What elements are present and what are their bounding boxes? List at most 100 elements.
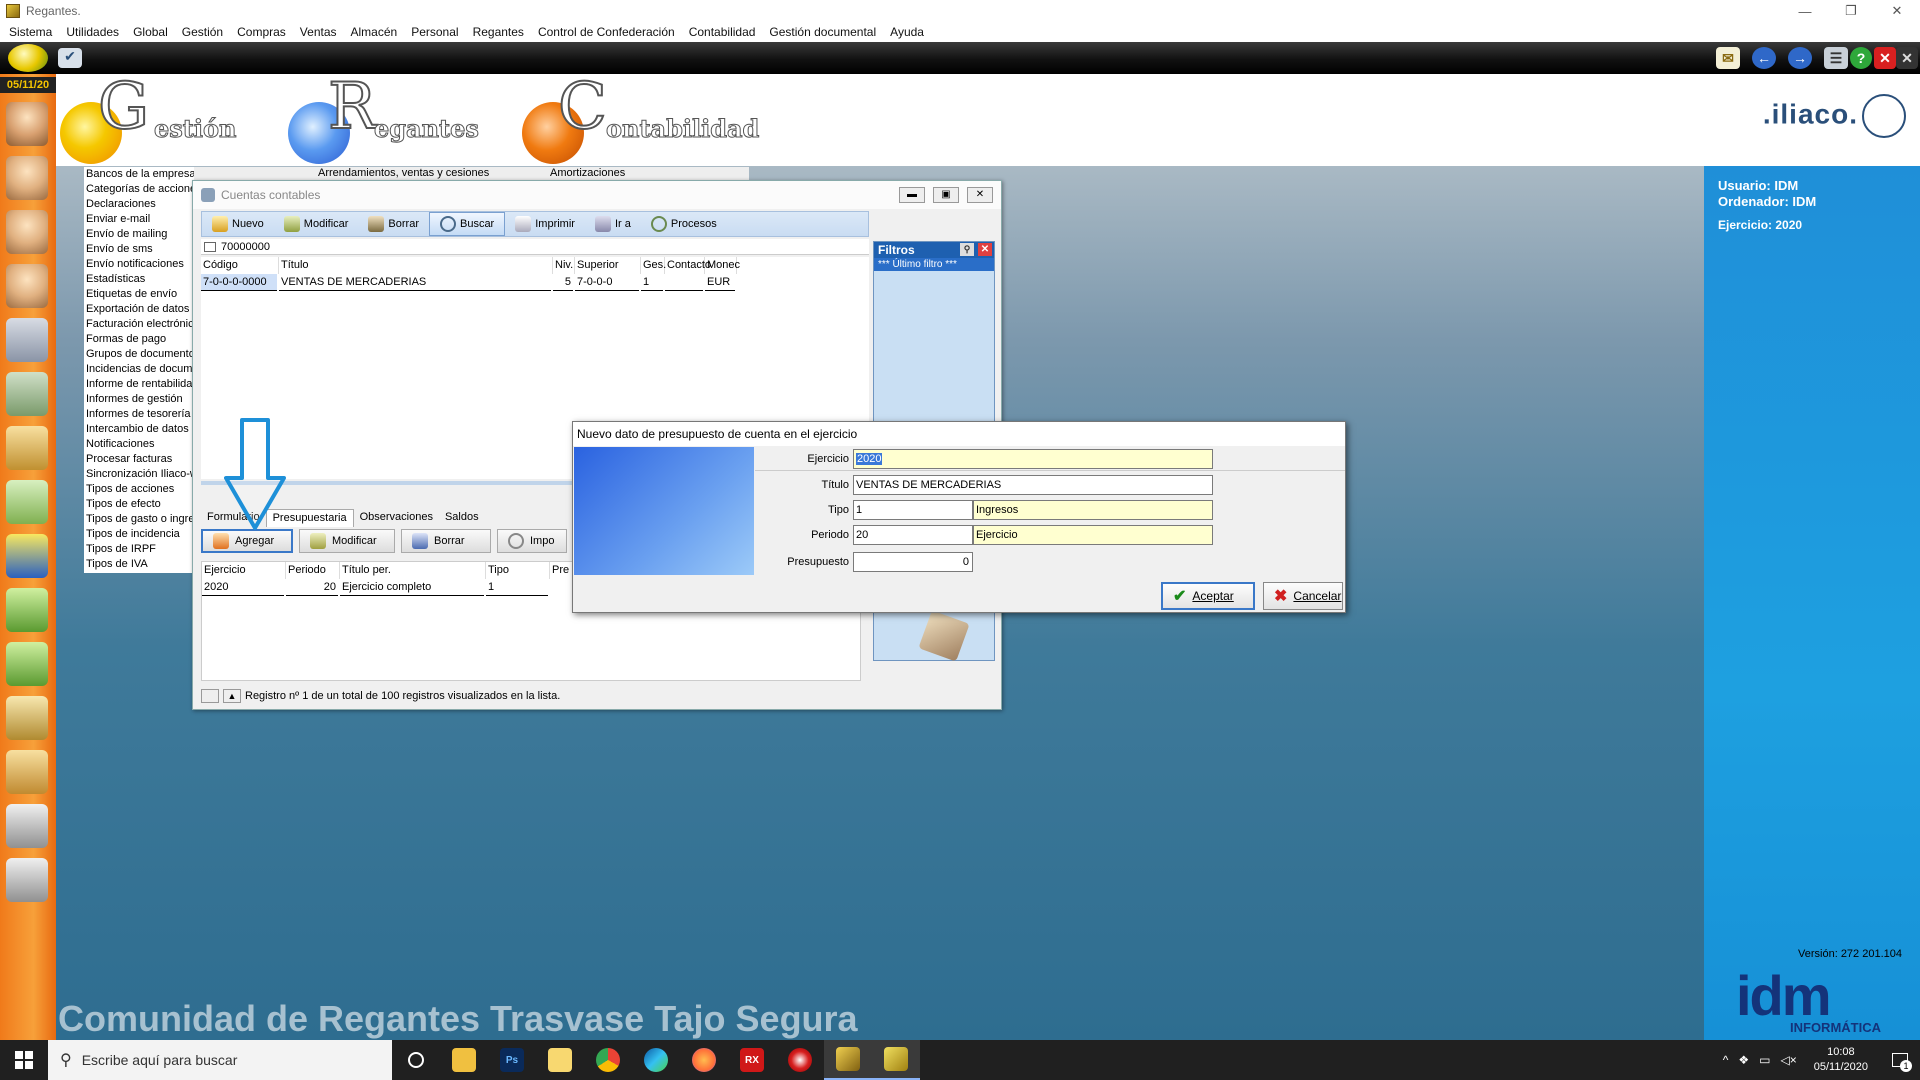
menu-personal[interactable]: Personal: [404, 25, 465, 39]
tab-saldos[interactable]: Saldos: [439, 509, 485, 527]
menu-compras[interactable]: Compras: [230, 25, 293, 39]
close-window-icon[interactable]: ✕: [1874, 47, 1896, 69]
taskbar-firefox[interactable]: [680, 1040, 728, 1080]
taskbar-rx[interactable]: RX: [728, 1040, 776, 1080]
menu-contabilidad[interactable]: Contabilidad: [682, 25, 763, 39]
ejercicio-field[interactable]: 2020: [853, 449, 1213, 469]
report-list-icon[interactable]: [6, 804, 48, 848]
dropbox-icon[interactable]: ❖: [1733, 1053, 1754, 1067]
side-menu-item[interactable]: Estadísticas: [84, 272, 194, 287]
restore-button[interactable]: ❐: [1828, 0, 1874, 22]
side-menu-item[interactable]: Notificaciones: [84, 437, 194, 452]
col-titulo-periodo[interactable]: Título per.: [340, 562, 486, 579]
side-menu-item[interactable]: Grupos de documentos: [84, 347, 194, 362]
invoice-f-icon[interactable]: [6, 426, 48, 470]
imprimir-button[interactable]: Imprimir: [505, 212, 585, 236]
mail-icon[interactable]: ✉: [1716, 47, 1740, 69]
side-menu-item[interactable]: Informes de tesorería: [84, 407, 194, 422]
side-menu-item[interactable]: Informe de rentabilidad: [84, 377, 194, 392]
tab-arrendamientos[interactable]: Arrendamientos, ventas y cesiones: [318, 167, 489, 179]
folder-green-2-icon[interactable]: [6, 642, 48, 686]
side-menu-item[interactable]: Exportación de datos a: [84, 302, 194, 317]
side-menu-item[interactable]: Categorías de acciones: [84, 182, 194, 197]
taskbar-app-yellow[interactable]: [536, 1040, 584, 1080]
buscar-button[interactable]: Buscar: [428, 212, 506, 236]
menu-utilidades[interactable]: Utilidades: [59, 25, 126, 39]
tools-icon[interactable]: ✕: [1896, 47, 1918, 69]
borrar-button[interactable]: Borrar: [358, 212, 429, 236]
col-superior[interactable]: Superior: [575, 257, 641, 274]
sepa-icon[interactable]: [6, 534, 48, 578]
side-menu-item[interactable]: Tipos de acciones: [84, 482, 194, 497]
folder-green-icon[interactable]: [6, 588, 48, 632]
col-codigo[interactable]: Código: [201, 257, 279, 274]
side-menu-item[interactable]: Tipos de IVA: [84, 557, 194, 572]
menu-sistema[interactable]: Sistema: [2, 25, 59, 39]
modificar-button[interactable]: Modificar: [274, 212, 359, 236]
agregar-button[interactable]: Agregar: [201, 529, 293, 553]
ir-a-button[interactable]: Ir a: [585, 212, 641, 236]
folder-orange-icon[interactable]: [6, 750, 48, 794]
side-menu-item[interactable]: Enviar e-mail: [84, 212, 194, 227]
titulo-field[interactable]: VENTAS DE MERCADERIAS: [853, 475, 1213, 495]
side-menu-item[interactable]: Tipos de incidencia: [84, 527, 194, 542]
col-tipo[interactable]: Tipo: [486, 562, 550, 579]
col-contacto[interactable]: Contacto: [665, 257, 711, 274]
taskbar-regantes-1[interactable]: [824, 1040, 872, 1080]
notifications-button[interactable]: 1: [1880, 1040, 1920, 1080]
procesos-button[interactable]: Procesos: [641, 212, 727, 236]
side-menu-item[interactable]: Informes de gestión: [84, 392, 194, 407]
taskbar-app-red[interactable]: [776, 1040, 824, 1080]
fc-icon[interactable]: [6, 696, 48, 740]
taskbar-explorer[interactable]: [440, 1040, 488, 1080]
table-row[interactable]: 7-0-0-0-0000 VENTAS DE MERCADERIAS 5 7-0…: [201, 274, 869, 291]
taskbar-clock[interactable]: 10:08 05/11/2020: [1802, 1045, 1880, 1075]
tray-chevron-icon[interactable]: ^: [1718, 1053, 1734, 1067]
user-icon[interactable]: [6, 210, 48, 254]
back-arrow-icon[interactable]: ←: [1752, 47, 1776, 69]
side-menu-item[interactable]: Facturación electrónica: [84, 317, 194, 332]
tipo-field[interactable]: 1: [853, 500, 973, 520]
help-icon[interactable]: ?: [1850, 47, 1872, 69]
collapse-icon[interactable]: ▲: [223, 689, 241, 703]
borrar-budget-button[interactable]: Borrar: [401, 529, 491, 553]
menu-ayuda[interactable]: Ayuda: [883, 25, 931, 39]
taskbar-search[interactable]: ⚲ Escribe aquí para buscar: [48, 1040, 392, 1080]
side-menu-item[interactable]: Tipos de efecto: [84, 497, 194, 512]
side-menu-item[interactable]: Envío de sms: [84, 242, 194, 257]
menu-control-confederacion[interactable]: Control de Confederación: [531, 25, 682, 39]
filter-item[interactable]: *** Último filtro ***: [874, 258, 994, 271]
importar-button[interactable]: Impo: [497, 529, 567, 553]
side-menu-item[interactable]: Formas de pago: [84, 332, 194, 347]
tab-observaciones[interactable]: Observaciones: [354, 509, 439, 527]
menu-regantes[interactable]: Regantes: [466, 25, 531, 39]
menu-gestion[interactable]: Gestión: [175, 25, 230, 39]
start-button[interactable]: [0, 1040, 48, 1080]
status-panel-icon[interactable]: [201, 689, 219, 703]
forward-arrow-icon[interactable]: →: [1788, 47, 1812, 69]
periodo-field[interactable]: 20: [853, 525, 973, 545]
menu-gestion-documental[interactable]: Gestión documental: [762, 25, 883, 39]
user-a-icon[interactable]: [6, 156, 48, 200]
cancelar-button[interactable]: ✖ Cancelar: [1263, 582, 1343, 610]
nuevo-button[interactable]: Nuevo: [202, 212, 274, 236]
contact-icon[interactable]: [6, 264, 48, 308]
menu-global[interactable]: Global: [126, 25, 175, 39]
col-ejercicio[interactable]: Ejercicio: [202, 562, 286, 579]
close-button[interactable]: ✕: [1874, 0, 1920, 22]
cuentas-minimize-button[interactable]: ▬: [899, 187, 925, 203]
document-edit-icon[interactable]: [6, 480, 48, 524]
modificar-budget-button[interactable]: Modificar: [299, 529, 395, 553]
col-titulo[interactable]: Título: [279, 257, 553, 274]
home-orb-icon[interactable]: [8, 44, 48, 72]
side-menu-item[interactable]: Envío notificaciones: [84, 257, 194, 272]
side-menu-item[interactable]: Procesar facturas: [84, 452, 194, 467]
side-menu-item[interactable]: Etiquetas de envío: [84, 287, 194, 302]
col-nivel[interactable]: Niv.: [553, 257, 575, 274]
taskbar-photoshop[interactable]: Ps: [488, 1040, 536, 1080]
aceptar-button[interactable]: ✔ Aceptar: [1161, 582, 1255, 610]
filters-close-icon[interactable]: ✕: [978, 243, 992, 256]
users-group-icon[interactable]: [6, 102, 48, 146]
menu-almacen[interactable]: Almacén: [344, 25, 405, 39]
network-icon[interactable]: ▭: [1754, 1053, 1775, 1067]
